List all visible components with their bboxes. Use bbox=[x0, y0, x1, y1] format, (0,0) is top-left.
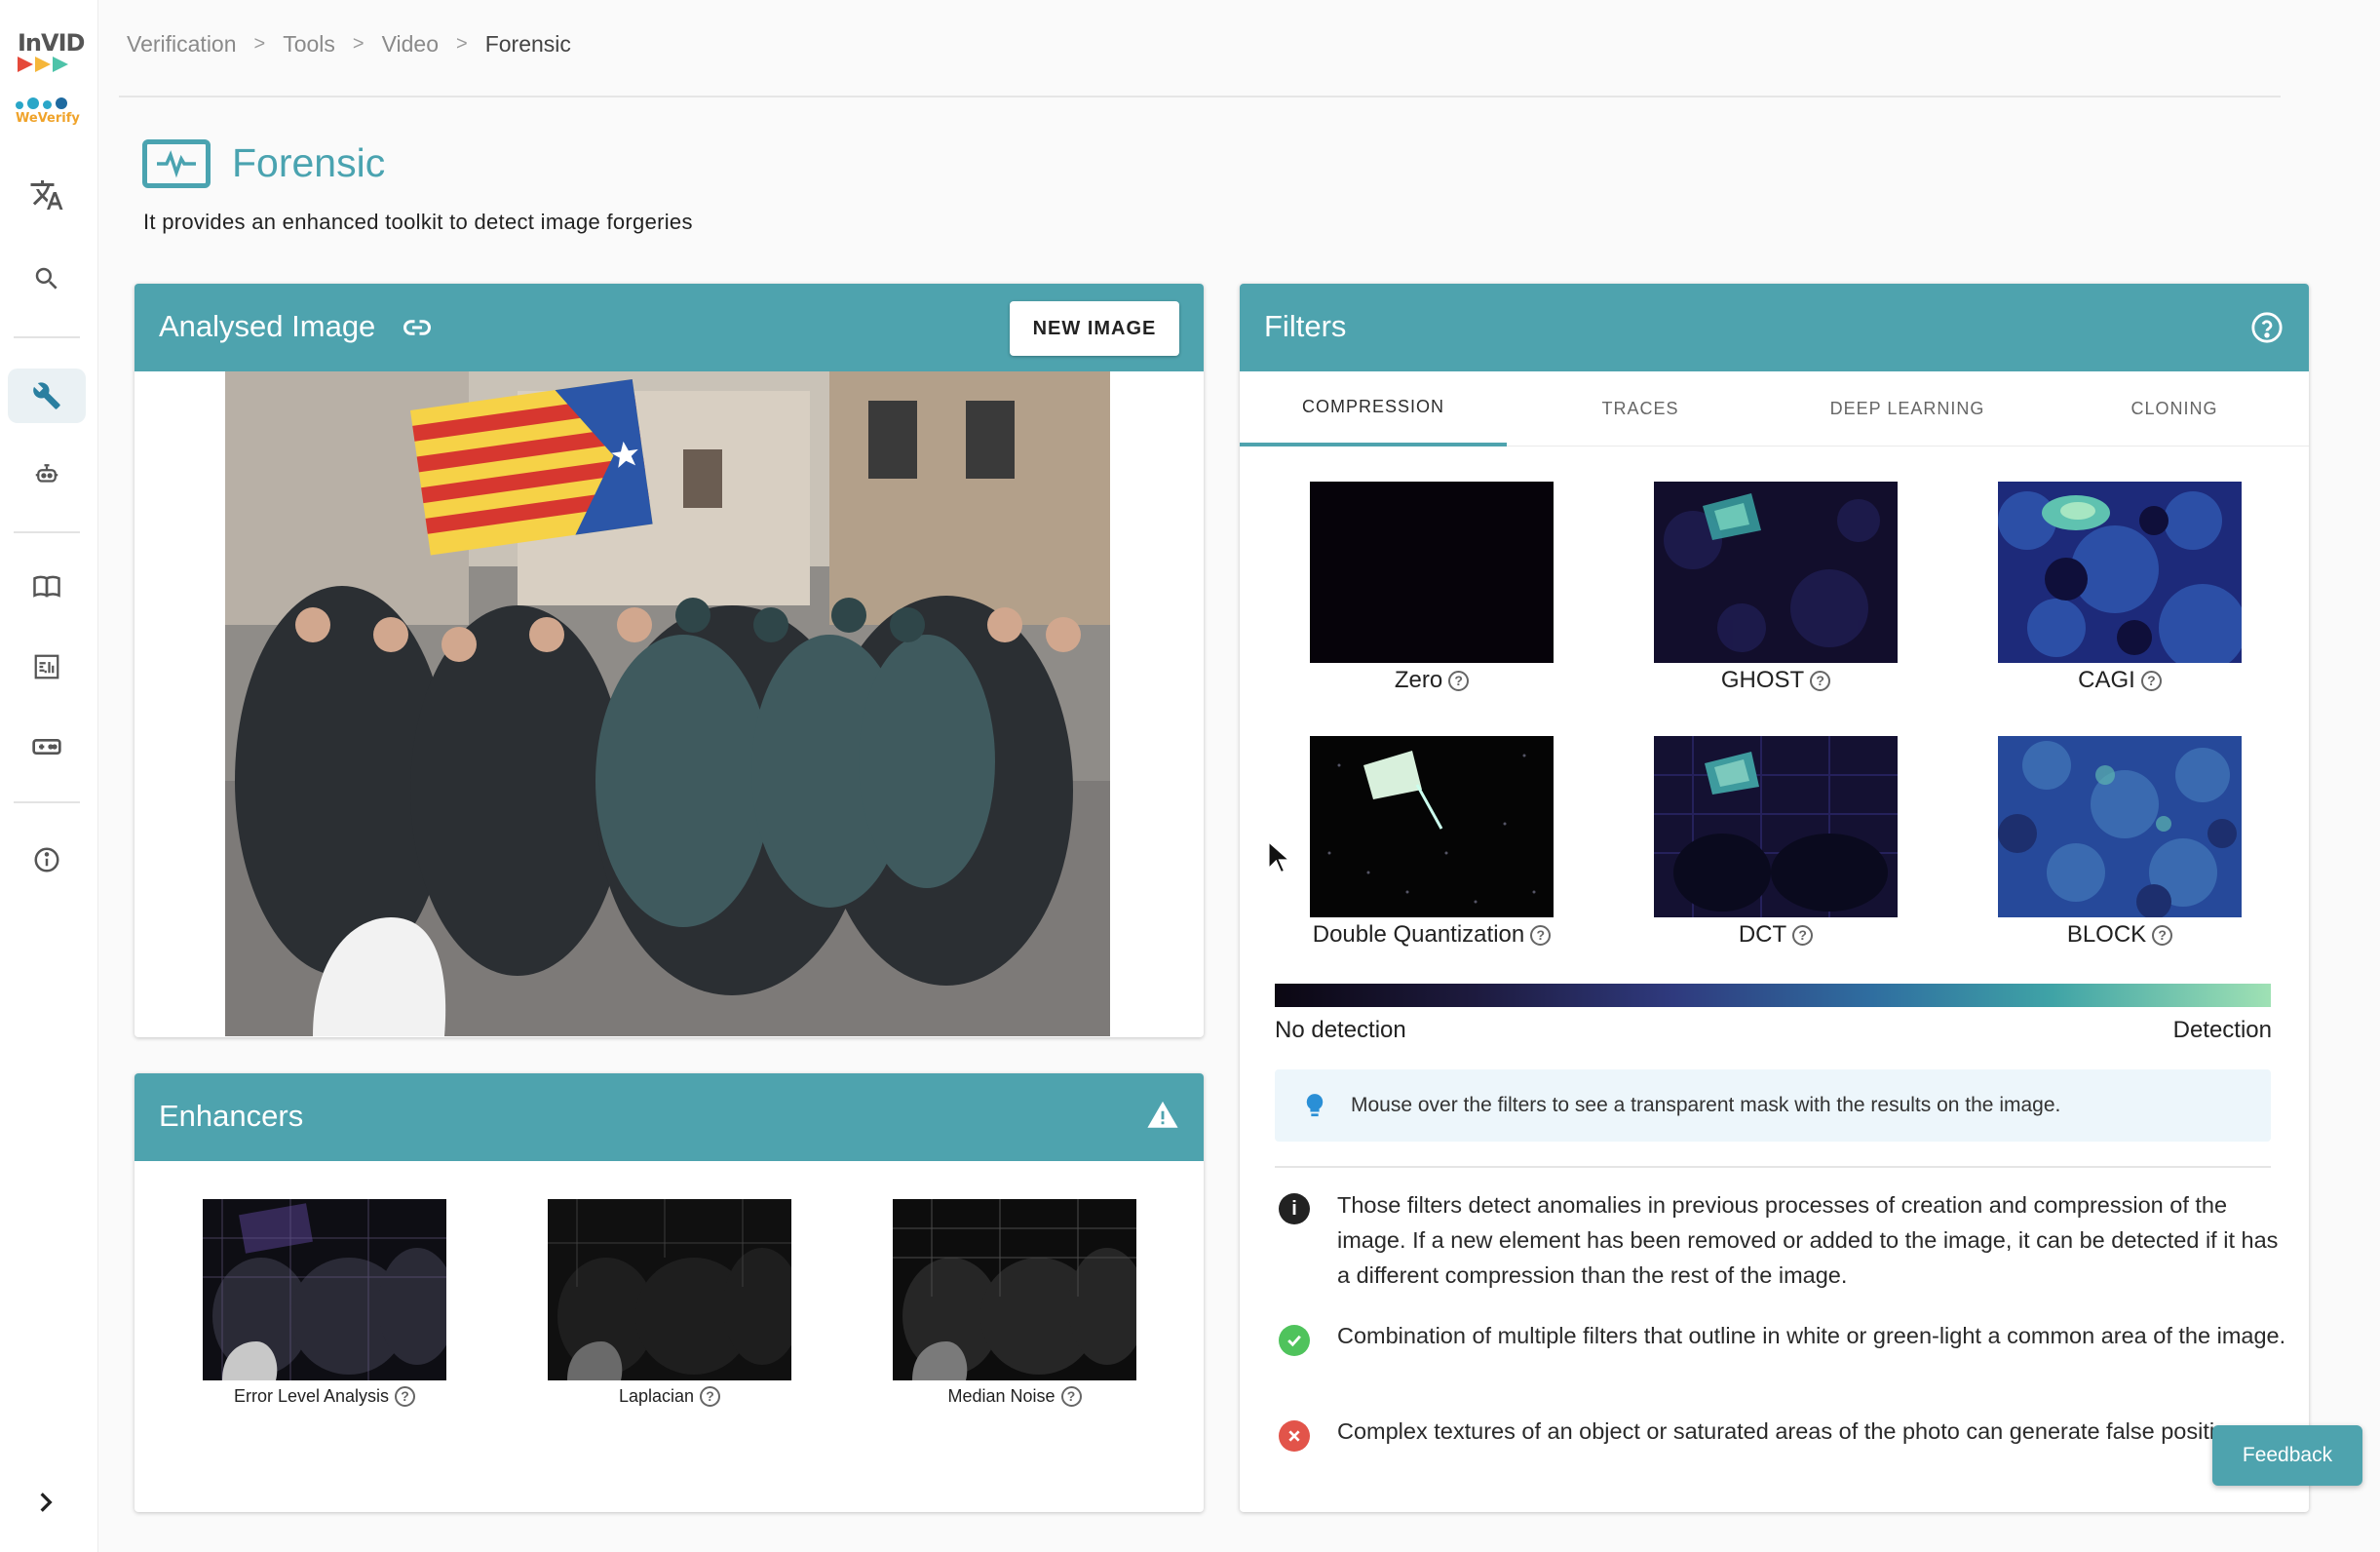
notes-divider bbox=[1275, 1166, 2271, 1168]
filter-tabs: COMPRESSION TRACES DEEP LEARNING CLONING bbox=[1240, 371, 2309, 446]
new-image-button[interactable]: NEW IMAGE bbox=[1010, 301, 1179, 356]
breadcrumb-forensic: Forensic bbox=[484, 31, 571, 57]
dct-label: DCT bbox=[1738, 921, 1787, 948]
invid-logo[interactable]: InVID bbox=[18, 29, 86, 74]
tab-cloning[interactable]: CLONING bbox=[2041, 371, 2308, 446]
chevron-right-icon[interactable] bbox=[33, 1490, 58, 1520]
analysed-image-header: Analysed Image NEW IMAGE bbox=[134, 284, 1204, 371]
ghost-label: GHOST bbox=[1720, 667, 1805, 693]
page-subtitle: It provides an enhanced toolkit to detec… bbox=[143, 210, 693, 234]
help-icon[interactable]: ? bbox=[1060, 1386, 1082, 1407]
filter-double-quantization[interactable]: Double Quantization? bbox=[1310, 736, 1554, 949]
help-icon[interactable]: ? bbox=[1792, 924, 1814, 946]
weverify-logo[interactable]: WeVerify bbox=[16, 97, 84, 136]
ela-label: Error Level Analysis bbox=[233, 1386, 390, 1406]
help-icon[interactable]: ? bbox=[1810, 670, 1831, 691]
check-icon bbox=[1279, 1325, 1310, 1356]
note-combination: Combination of multiple filters that out… bbox=[1337, 1323, 2286, 1348]
breadcrumb-separator: > bbox=[253, 33, 266, 55]
cagi-label: CAGI bbox=[2078, 667, 2135, 693]
hint-banner: Mouse over the filters to see a transpar… bbox=[1275, 1069, 2271, 1142]
link-icon[interactable] bbox=[400, 313, 435, 347]
filter-ghost[interactable]: GHOST? bbox=[1654, 482, 1898, 694]
help-icon[interactable]: ? bbox=[1448, 670, 1470, 691]
enhancers-header: Enhancers bbox=[134, 1073, 1204, 1161]
search-icon[interactable] bbox=[8, 252, 86, 306]
breadcrumb-separator: > bbox=[456, 33, 468, 55]
help-icon[interactable]: ? bbox=[395, 1386, 416, 1407]
zero-thumbnail bbox=[1310, 482, 1554, 663]
sidebar: InVID WeVerify bbox=[0, 0, 98, 1552]
enhancers-title: Enhancers bbox=[159, 1099, 304, 1133]
cagi-thumbnail bbox=[1998, 482, 2242, 663]
header-divider bbox=[119, 96, 2281, 97]
lightbulb-icon bbox=[1306, 1094, 1324, 1117]
filter-dct[interactable]: DCT? bbox=[1654, 736, 1898, 949]
filters-title: Filters bbox=[1264, 309, 1347, 343]
sidebar-divider bbox=[14, 336, 80, 338]
help-circle-icon[interactable] bbox=[2250, 311, 2284, 349]
feedback-button[interactable]: Feedback bbox=[2212, 1425, 2362, 1486]
double-quantization-thumbnail bbox=[1310, 736, 1554, 917]
filter-zero[interactable]: Zero? bbox=[1310, 482, 1554, 694]
note-compression-anomalies: Those filters detect anomalies in previo… bbox=[1337, 1192, 2279, 1288]
filter-block[interactable]: BLOCK? bbox=[1998, 736, 2242, 949]
wrench-icon[interactable] bbox=[8, 369, 86, 423]
laplacian-label: Laplacian bbox=[618, 1386, 695, 1406]
scale-left-label: No detection bbox=[1275, 1017, 1406, 1043]
breadcrumb: Verification > Tools > Video > Forensic bbox=[127, 31, 571, 58]
tab-compression[interactable]: COMPRESSION bbox=[1240, 371, 1507, 446]
gamepad-icon[interactable] bbox=[8, 719, 86, 774]
error-icon bbox=[1279, 1420, 1310, 1452]
zero-label: Zero bbox=[1394, 667, 1443, 693]
enhancer-laplacian[interactable]: Laplacian? bbox=[548, 1199, 791, 1407]
mouse-cursor-icon bbox=[1267, 839, 1292, 882]
sidebar-divider bbox=[14, 531, 80, 533]
help-icon[interactable]: ? bbox=[2152, 924, 2173, 946]
detection-scale-bar bbox=[1275, 984, 2271, 1007]
sidebar-divider bbox=[14, 801, 80, 803]
book-icon[interactable] bbox=[8, 560, 86, 614]
analysed-image bbox=[225, 371, 1110, 1036]
median-noise-thumbnail bbox=[893, 1199, 1136, 1380]
translate-icon[interactable] bbox=[8, 168, 86, 222]
help-icon[interactable]: ? bbox=[700, 1386, 721, 1407]
breadcrumb-video[interactable]: Video bbox=[382, 31, 439, 58]
help-icon[interactable]: ? bbox=[2140, 670, 2162, 691]
block-thumbnail bbox=[1998, 736, 2242, 917]
enhancers-card: Enhancers Error Level Analysis? Laplacia… bbox=[134, 1073, 1204, 1512]
median-noise-label: Median Noise bbox=[947, 1386, 1056, 1406]
filters-card: Filters COMPRESSION TRACES DEEP LEARNING… bbox=[1240, 284, 2309, 1512]
filter-cagi[interactable]: CAGI? bbox=[1998, 482, 2242, 694]
breadcrumb-separator: > bbox=[352, 33, 365, 55]
help-icon[interactable]: ? bbox=[1530, 924, 1552, 946]
ghost-thumbnail bbox=[1654, 482, 1898, 663]
breadcrumb-verification[interactable]: Verification bbox=[127, 31, 237, 58]
analysed-image-card: Analysed Image NEW IMAGE bbox=[134, 284, 1204, 1037]
hint-text: Mouse over the filters to see a transpar… bbox=[1351, 1094, 2061, 1116]
filters-header: Filters bbox=[1240, 284, 2309, 371]
block-label: BLOCK bbox=[2066, 921, 2147, 948]
note-false-positives: Complex textures of an object or saturat… bbox=[1337, 1418, 2257, 1444]
invid-logo-text: InVID bbox=[18, 29, 85, 57]
waveform-icon bbox=[142, 139, 211, 188]
dashboard-icon[interactable] bbox=[8, 640, 86, 694]
info-icon[interactable] bbox=[8, 833, 86, 887]
enhancer-median-noise[interactable]: Median Noise? bbox=[893, 1199, 1136, 1407]
page-title: Forensic bbox=[232, 140, 386, 185]
analysed-image-title: Analysed Image bbox=[159, 309, 376, 343]
laplacian-thumbnail bbox=[548, 1199, 791, 1380]
info-icon: i bbox=[1279, 1193, 1310, 1224]
double-quantization-label: Double Quantization bbox=[1312, 921, 1525, 948]
weverify-logo-text: WeVerify bbox=[16, 111, 80, 126]
enhancer-ela[interactable]: Error Level Analysis? bbox=[203, 1199, 446, 1407]
warning-icon[interactable] bbox=[1145, 1099, 1180, 1137]
robot-icon[interactable] bbox=[8, 446, 86, 501]
scale-right-label: Detection bbox=[2172, 1017, 2272, 1043]
tab-traces[interactable]: TRACES bbox=[1507, 371, 1774, 446]
dct-thumbnail bbox=[1654, 736, 1898, 917]
ela-thumbnail bbox=[203, 1199, 446, 1380]
tab-deep-learning[interactable]: DEEP LEARNING bbox=[1774, 371, 2041, 446]
breadcrumb-tools[interactable]: Tools bbox=[283, 31, 335, 58]
